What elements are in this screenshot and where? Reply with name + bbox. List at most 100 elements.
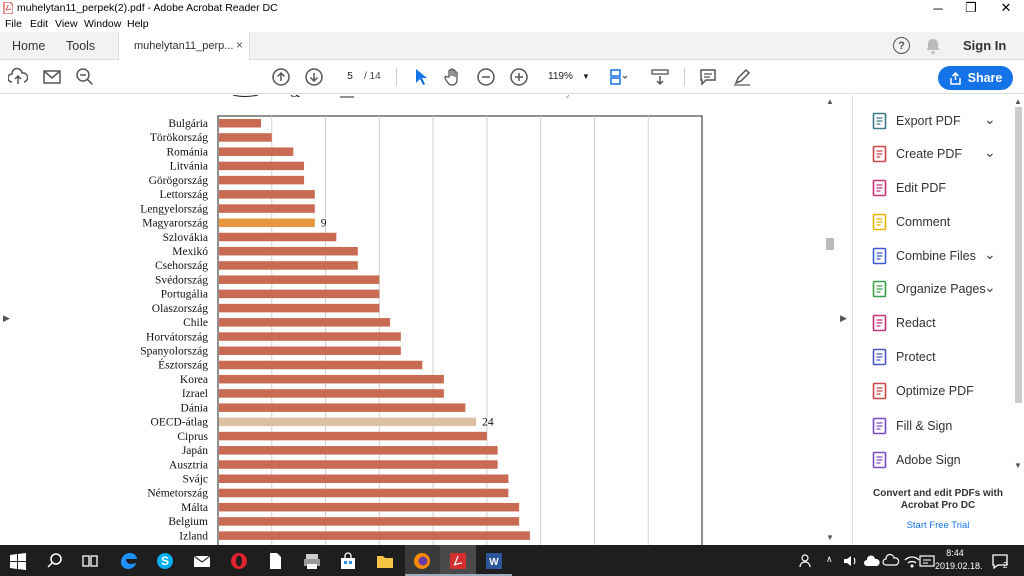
category-label: Belgium	[168, 516, 208, 528]
tool-combine-files[interactable]: Combine Files ⌄	[853, 241, 1013, 271]
sign-in-link[interactable]: Sign In	[963, 38, 1006, 53]
tool-edit-pdf[interactable]: Edit PDF	[853, 173, 1013, 203]
combine-files-icon	[871, 247, 889, 265]
tool-protect[interactable]: Protect	[853, 342, 1013, 372]
category-label: Svédország	[155, 274, 208, 286]
edge-browser-icon[interactable]	[119, 551, 139, 571]
scroll-thumb[interactable]	[826, 238, 834, 250]
restore-button[interactable]: ❐	[954, 0, 988, 16]
category-label: Magyarország	[142, 218, 208, 230]
store-icon[interactable]	[338, 551, 358, 571]
comment-toolbar-icon[interactable]	[698, 67, 718, 87]
category-label: Portugália	[161, 289, 208, 301]
email-icon[interactable]	[42, 67, 62, 87]
document-file-icon[interactable]	[265, 551, 285, 571]
previous-page-icon[interactable]	[271, 67, 291, 87]
page-layout-icon[interactable]	[608, 67, 628, 87]
menu-view[interactable]: View	[55, 18, 78, 30]
page-number-input[interactable]: 5	[338, 68, 362, 86]
firefox-taskbar-button[interactable]	[405, 545, 440, 576]
select-cursor-icon[interactable]	[410, 67, 430, 87]
weather-icon[interactable]	[882, 551, 902, 571]
close-window-button[interactable]: ✕	[989, 0, 1023, 16]
chevron-down-icon[interactable]: ⌄	[984, 246, 996, 263]
search-icon[interactable]	[45, 551, 65, 571]
chart-top-cutoff: & y	[232, 95, 571, 101]
start-free-trial-link[interactable]: Start Free Trial	[872, 520, 1004, 531]
system-clock[interactable]: 8:44 2019.02.18.	[935, 547, 983, 573]
svg-text:W: W	[489, 557, 499, 568]
menu-help[interactable]: Help	[127, 18, 149, 30]
category-label: Lengyelország	[140, 203, 208, 215]
chevron-down-icon: ▼	[582, 72, 590, 81]
toolbar-divider	[396, 68, 397, 86]
zoom-in-icon[interactable]	[509, 67, 529, 87]
help-icon[interactable]: ?	[893, 37, 910, 54]
file-explorer-icon[interactable]	[375, 551, 395, 571]
task-view-icon[interactable]	[80, 551, 100, 571]
tool-export-pdf[interactable]: Export PDF ⌄	[853, 106, 1013, 136]
menu-file[interactable]: File	[5, 18, 22, 30]
menu-window[interactable]: Window	[84, 18, 121, 30]
tool-fill-sign[interactable]: Fill & Sign	[853, 411, 1013, 441]
scroll-thumb[interactable]	[1015, 107, 1022, 403]
tool-create-pdf[interactable]: Create PDF ⌄	[853, 139, 1013, 169]
draw-pen-icon[interactable]	[732, 67, 752, 87]
skype-icon[interactable]: S	[155, 551, 175, 571]
opera-icon[interactable]	[229, 551, 249, 571]
scroll-up-icon[interactable]: ▲	[826, 97, 834, 106]
volume-icon[interactable]	[841, 551, 861, 571]
firefox-icon	[414, 553, 430, 569]
acrobat-taskbar-button[interactable]	[440, 545, 476, 576]
adobe-sign-icon	[871, 451, 889, 469]
tool-redact[interactable]: Redact	[853, 308, 1013, 338]
tool-comment[interactable]: Comment	[853, 207, 1013, 237]
input-language-icon[interactable]	[917, 551, 937, 571]
category-label: Mexikó	[172, 246, 208, 258]
left-panel-toggle-icon[interactable]: ▶	[3, 313, 10, 324]
hand-tool-icon[interactable]	[443, 67, 463, 87]
cloud-icon[interactable]	[862, 551, 882, 571]
tab-close-icon[interactable]: ×	[236, 38, 243, 52]
zoom-level-select[interactable]: 119% ▼	[541, 68, 593, 86]
bar	[219, 246, 358, 256]
share-button[interactable]: Share	[938, 66, 1013, 90]
bar	[219, 204, 315, 213]
menu-edit[interactable]: Edit	[30, 18, 48, 30]
tab-tools[interactable]: Tools	[66, 39, 95, 53]
data-label: 24	[482, 417, 494, 429]
mail-icon[interactable]	[192, 551, 212, 571]
document-scrollbar[interactable]: ▲ ▼	[823, 95, 837, 545]
zoom-out-icon[interactable]	[476, 67, 496, 87]
windows-start-icon[interactable]	[8, 551, 28, 571]
search-zoom-icon[interactable]	[75, 67, 95, 87]
tools-pane-scrollbar[interactable]: ▲ ▼	[1013, 95, 1024, 475]
scroll-up-icon[interactable]: ▲	[1014, 97, 1022, 106]
tool-organize-pages[interactable]: Organize Pages ⌄	[853, 274, 1013, 304]
tool-label: Fill & Sign	[896, 419, 953, 433]
bar	[219, 190, 315, 199]
svg-text:S: S	[161, 554, 169, 568]
acrobat-icon	[450, 553, 466, 569]
scroll-down-icon[interactable]: ▼	[826, 533, 834, 542]
chevron-down-icon[interactable]: ⌄	[984, 279, 996, 296]
export-pdf-icon	[871, 112, 889, 130]
printer-icon[interactable]	[302, 551, 322, 571]
scroll-mode-icon[interactable]	[650, 67, 670, 87]
tool-optimize-pdf[interactable]: Optimize PDF	[853, 376, 1013, 406]
next-page-icon[interactable]	[304, 67, 324, 87]
tool-adobe-sign[interactable]: Adobe Sign	[853, 445, 1013, 475]
tab-home[interactable]: Home	[12, 39, 45, 53]
chevron-down-icon[interactable]: ⌄	[984, 111, 996, 128]
minimize-button[interactable]: ─	[921, 0, 955, 16]
bell-icon[interactable]	[924, 37, 942, 55]
upload-cloud-icon[interactable]	[8, 67, 28, 87]
chevron-up-icon[interactable]: ∧	[826, 554, 833, 565]
tab-document[interactable]: muhelytan11_perp... ×	[118, 32, 250, 60]
people-icon[interactable]	[797, 551, 817, 571]
scroll-down-icon[interactable]: ▼	[1014, 461, 1022, 470]
chevron-down-icon[interactable]: ⌄	[984, 144, 996, 161]
word-taskbar-button[interactable]: W	[476, 545, 512, 576]
right-panel-toggle-icon[interactable]: ▶	[840, 313, 847, 324]
category-label: Izland	[179, 530, 208, 542]
